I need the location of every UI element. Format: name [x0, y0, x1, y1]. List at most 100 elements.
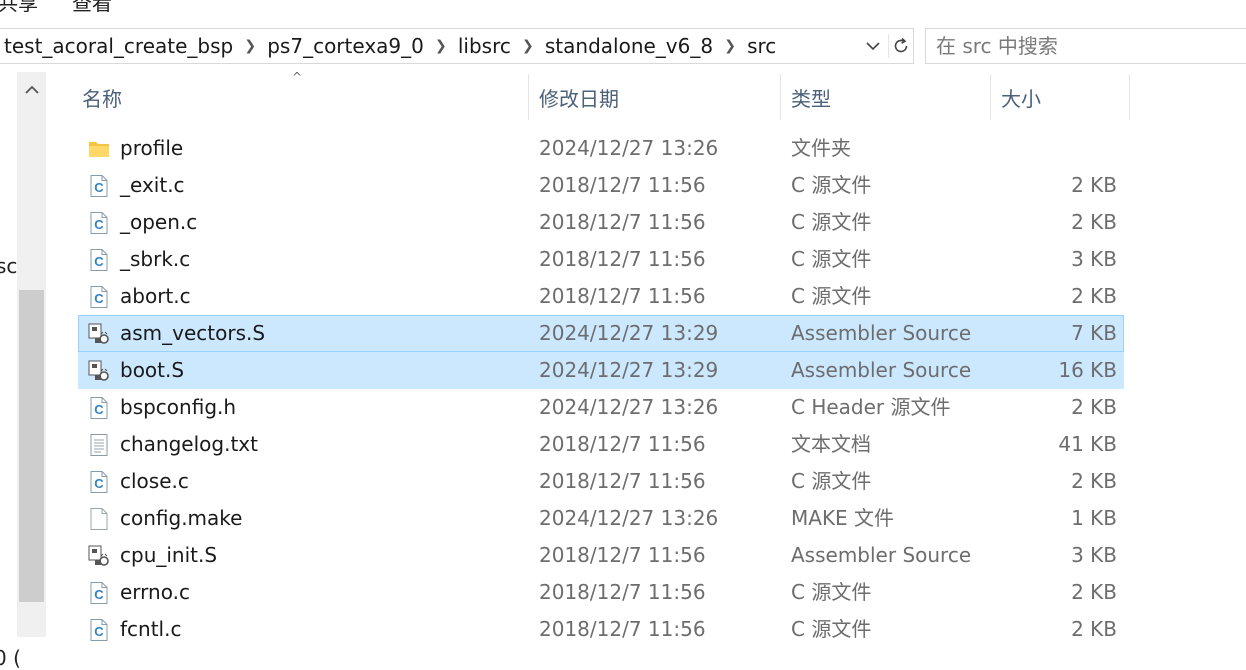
file-name: cpu_init.S [120, 543, 218, 567]
file-name: close.c [120, 469, 189, 493]
scroll-up-button[interactable] [17, 72, 46, 108]
file-date-modified: 2018/12/7 11:56 [539, 617, 706, 641]
svg-text:C: C [94, 254, 104, 269]
c-file-icon: C [87, 618, 111, 642]
file-size: 3 KB [1071, 247, 1117, 271]
file-size: 16 KB [1058, 358, 1117, 382]
file-row[interactable]: changelog.txt 2018/12/7 11:56 文本文档 41 KB [78, 426, 1124, 463]
file-type: Assembler Source [791, 543, 972, 567]
file-type: C Header 源文件 [791, 395, 951, 419]
breadcrumb: test_acoral_create_bsp ❯ ps7_cortexa9_0 … [4, 29, 776, 63]
chevron-right-icon[interactable]: ❯ [511, 38, 545, 54]
file-type: Assembler Source [791, 321, 972, 345]
file-size: 7 KB [1071, 321, 1117, 345]
address-history-dropdown[interactable] [862, 35, 884, 57]
file-size: 2 KB [1071, 284, 1117, 308]
file-date-modified: 2024/12/27 13:29 [539, 321, 719, 345]
file-date-modified: 2018/12/7 11:56 [539, 580, 706, 604]
refresh-icon [894, 37, 908, 53]
c-file-icon: C [87, 581, 111, 605]
breadcrumb-item[interactable]: src [747, 34, 776, 58]
c-file-icon: C [87, 248, 111, 272]
file-date-modified: 2024/12/27 13:26 [539, 395, 719, 419]
assembler-file-icon [87, 359, 111, 383]
column-header-date[interactable]: 修改日期 [528, 74, 780, 120]
file-size: 2 KB [1071, 395, 1117, 419]
file-row[interactable]: C _exit.c 2018/12/7 11:56 C 源文件 2 KB [78, 167, 1124, 204]
file-date-modified: 2018/12/7 11:56 [539, 284, 706, 308]
breadcrumb-item[interactable]: ps7_cortexa9_0 [267, 34, 424, 58]
file-name: bspconfig.h [120, 395, 237, 419]
column-header-name[interactable]: 名称 [78, 74, 528, 120]
file-row[interactable]: Cerrno.c 2018/12/7 11:56 C 源文件 2 KB [78, 574, 1124, 611]
assembler-file-icon [87, 322, 111, 346]
file-name: fcntl.c [120, 617, 182, 641]
menu-share[interactable]: 共享 [0, 0, 38, 16]
file-name: boot.S [120, 358, 185, 382]
file-name: _exit.c [120, 173, 185, 197]
svg-text:C: C [94, 476, 104, 491]
file-type: C 源文件 [791, 210, 872, 234]
file-size: 2 KB [1071, 210, 1117, 234]
file-size: 3 KB [1071, 543, 1117, 567]
file-name: errno.c [120, 580, 190, 604]
file-name: _sbrk.c [120, 247, 191, 271]
chevron-right-icon[interactable]: ❯ [233, 38, 267, 54]
file-name: changelog.txt [120, 432, 258, 456]
breadcrumb-item[interactable]: libsrc [458, 34, 511, 58]
file-name: asm_vectors.S [120, 321, 266, 345]
file-row[interactable]: cpu_init.S 2018/12/7 11:56 Assembler Sourc… [78, 537, 1124, 574]
file-type: C 源文件 [791, 469, 872, 493]
file-row[interactable]: Cbspconfig.h 2024/12/27 13:26 C Header 源文件… [78, 389, 1124, 426]
column-header-type[interactable]: 类型 [780, 74, 990, 120]
file-date-modified: 2018/12/7 11:56 [539, 469, 706, 493]
chevron-right-icon[interactable]: ❯ [713, 38, 747, 54]
breadcrumb-item[interactable]: standalone_v6_8 [545, 34, 713, 58]
folder-icon [87, 137, 111, 161]
file-row[interactable]: asm_vectors.S 2024/12/27 13:29 Assembler S… [78, 315, 1124, 352]
c-file-icon: C [87, 470, 111, 494]
file-date-modified: 2018/12/7 11:56 [539, 432, 706, 456]
file-type: C 源文件 [791, 284, 872, 308]
file-date-modified: 2018/12/7 11:56 [539, 173, 706, 197]
search-input[interactable] [936, 34, 1236, 58]
address-bar[interactable]: test_acoral_create_bsp ❯ ps7_cortexa9_0 … [0, 28, 914, 64]
text-file-icon [87, 433, 111, 457]
refresh-button[interactable] [888, 34, 913, 58]
file-name: config.make [120, 506, 243, 530]
file-size: 2 KB [1071, 617, 1117, 641]
file-type: C 源文件 [791, 617, 872, 641]
file-row[interactable]: Cfcntl.c 2018/12/7 11:56 C 源文件 2 KB [78, 611, 1124, 648]
svg-text:C: C [94, 587, 104, 602]
file-row[interactable]: C _sbrk.c 2018/12/7 11:56 C 源文件 3 KB [78, 241, 1124, 278]
file-row[interactable]: profile 2024/12/27 13:26 文件夹 [78, 130, 1124, 167]
nav-scrollbar[interactable] [17, 72, 46, 637]
file-row[interactable]: Cabort.c 2018/12/7 11:56 C 源文件 2 KB [78, 278, 1124, 315]
file-type: 文本文档 [791, 432, 871, 456]
chevron-up-icon [24, 85, 39, 94]
file-row[interactable]: config.make 2024/12/27 13:26 MAKE 文件 1 KB [78, 500, 1124, 537]
file-date-modified: 2018/12/7 11:56 [539, 543, 706, 567]
blank-file-icon [87, 507, 111, 531]
column-header-size[interactable]: 大小 [990, 74, 1130, 120]
search-box[interactable] [925, 28, 1246, 64]
nav-item-label[interactable]: sc [0, 254, 17, 278]
file-row[interactable]: C _open.c 2018/12/7 11:56 C 源文件 2 KB [78, 204, 1124, 241]
file-date-modified: 2018/12/7 11:56 [539, 210, 706, 234]
c-file-icon: C [87, 211, 111, 235]
chevron-right-icon[interactable]: ❯ [424, 38, 458, 54]
menu-view[interactable]: 查看 [72, 0, 112, 16]
svg-text:C: C [94, 402, 104, 417]
breadcrumb-item[interactable]: test_acoral_create_bsp [4, 34, 233, 58]
file-type: MAKE 文件 [791, 506, 895, 530]
c-file-icon: C [87, 396, 111, 420]
file-row[interactable]: boot.S 2024/12/27 13:29 Assembler Source 16… [78, 352, 1124, 389]
scroll-thumb[interactable] [19, 290, 44, 602]
file-type: C 源文件 [791, 580, 872, 604]
nav-item-label[interactable]: 0 ( [0, 646, 21, 670]
file-type: 文件夹 [791, 136, 851, 160]
file-type: C 源文件 [791, 173, 872, 197]
file-date-modified: 2024/12/27 13:26 [539, 136, 719, 160]
file-row[interactable]: Cclose.c 2018/12/7 11:56 C 源文件 2 KB [78, 463, 1124, 500]
c-file-icon: C [87, 285, 111, 309]
